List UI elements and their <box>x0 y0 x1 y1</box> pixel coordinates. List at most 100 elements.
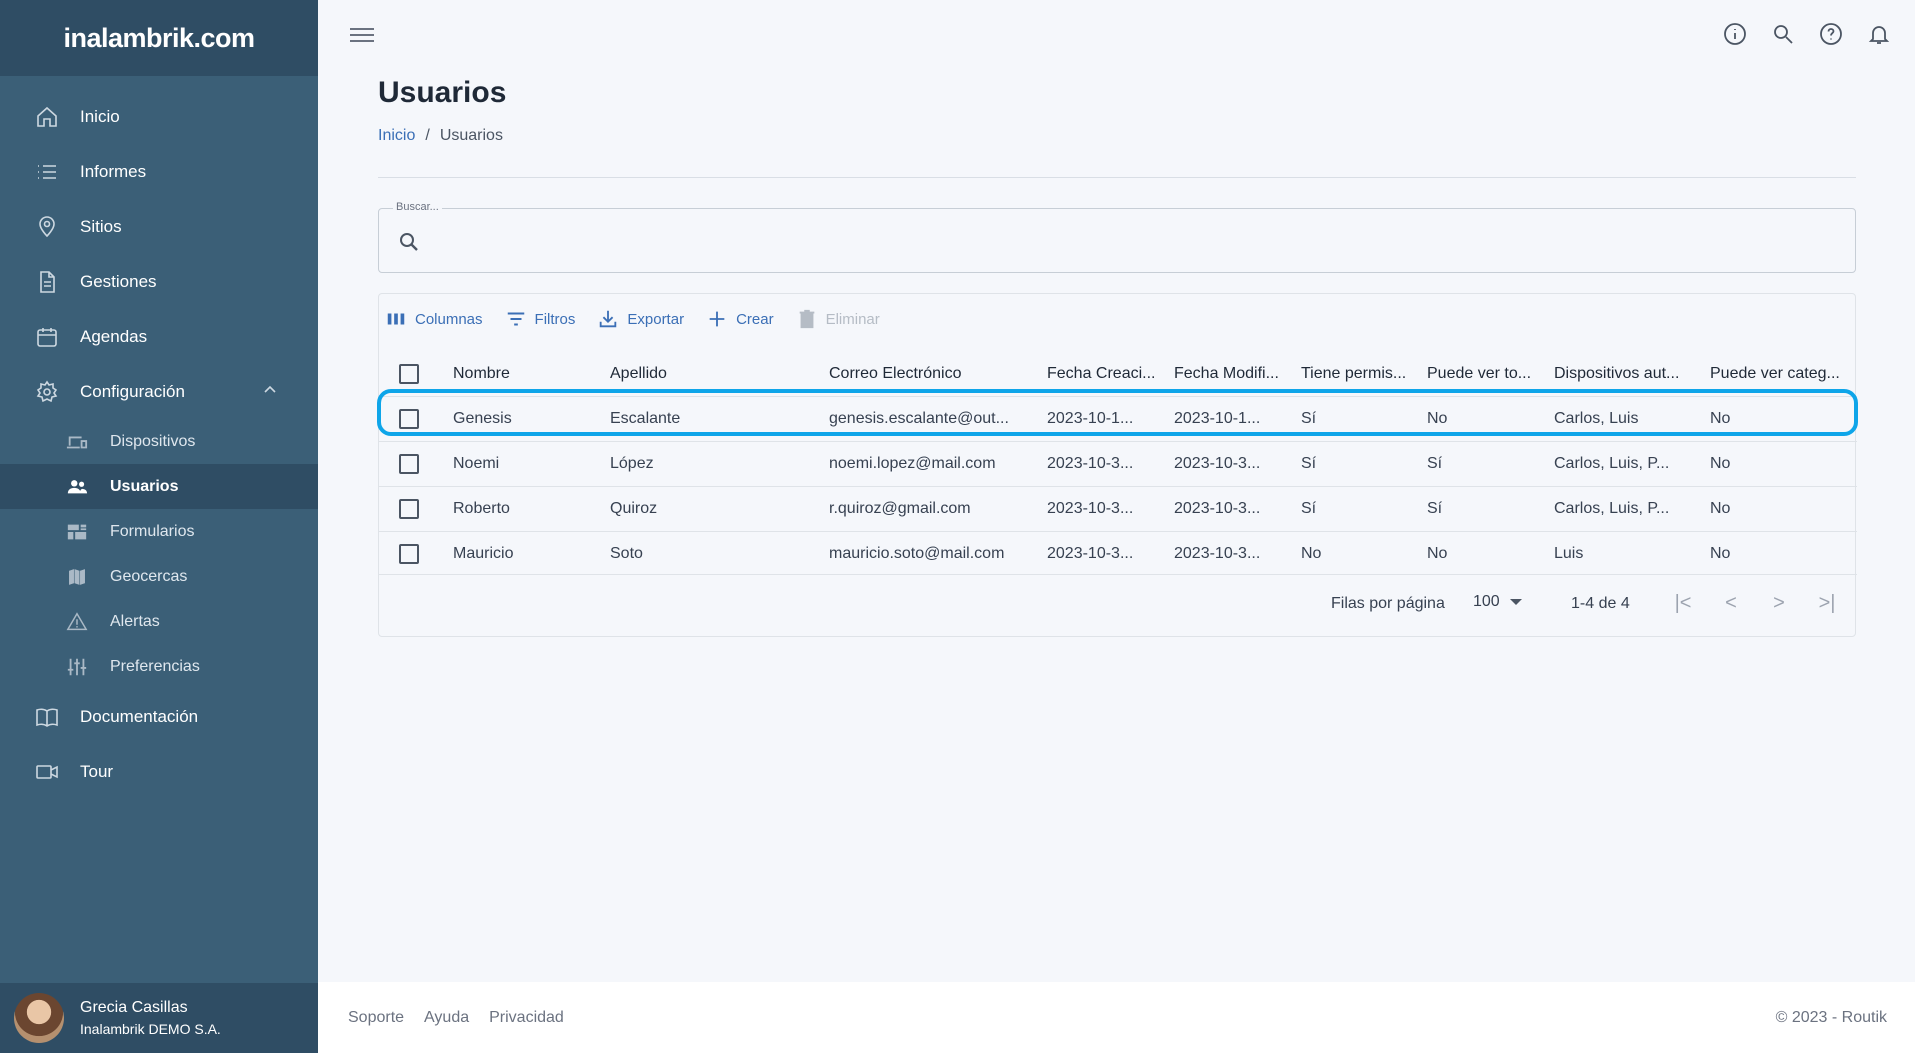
sidebar-subitem-label: Usuarios <box>110 477 179 495</box>
row-checkbox[interactable] <box>399 544 419 564</box>
home-icon <box>34 104 60 130</box>
menu-toggle-icon[interactable] <box>350 24 374 48</box>
create-label: Crear <box>736 310 774 328</box>
cell-puede-ver-todo: Sí <box>1427 455 1443 472</box>
filters-button[interactable]: Filtros <box>505 308 575 330</box>
help-icon[interactable] <box>1819 22 1843 46</box>
sidebar-item-inicio[interactable]: Inicio <box>0 89 318 144</box>
sidebar-item-tour[interactable]: Tour <box>0 744 318 799</box>
column-header[interactable]: Correo Electrónico <box>829 352 1039 396</box>
column-header[interactable]: Apellido <box>610 352 820 396</box>
prev-page-icon[interactable]: < <box>1719 591 1743 615</box>
create-button[interactable]: Crear <box>706 308 774 330</box>
footer-link-ayuda[interactable]: Ayuda <box>424 1009 469 1027</box>
breadcrumb: Inicio / Usuarios <box>378 127 503 145</box>
search-field[interactable]: Buscar... <box>378 201 1856 273</box>
column-header[interactable]: Puede ver to... <box>1427 352 1547 396</box>
sidebar-item-informes[interactable]: Informes <box>0 144 318 199</box>
sidebar-item-documentacion[interactable]: Documentación <box>0 689 318 744</box>
cell-dispositivos: Luis <box>1554 545 1584 562</box>
rows-per-page-value: 100 <box>1473 593 1500 610</box>
sidebar-nav: Inicio Informes Sitios Gestiones Agendas… <box>0 76 318 799</box>
bell-icon[interactable] <box>1867 22 1891 46</box>
sidebar-subitem-alertas[interactable]: Alertas <box>0 599 318 644</box>
sidebar-item-label: Configuración <box>80 381 185 401</box>
table-pagination: Filas por página 100 1-4 de 4 |< < > >| <box>379 574 1857 636</box>
cell-tiene-permiso: Sí <box>1301 410 1317 427</box>
sidebar-subitem-dispositivos[interactable]: Dispositivos <box>0 419 318 464</box>
cell-puede-ver-categorias: No <box>1710 500 1731 517</box>
column-header[interactable]: Puede ver categ... <box>1710 352 1853 396</box>
cell-nombre: Roberto <box>453 500 510 517</box>
pager: |< < > >| <box>1671 591 1839 615</box>
columns-button[interactable]: Columnas <box>385 308 483 330</box>
logo[interactable]: inalambrik.com <box>0 0 318 76</box>
column-header[interactable]: Nombre <box>453 352 603 396</box>
table-row[interactable]: Mauricio Soto mauricio.soto@mail.com 202… <box>379 531 1857 576</box>
row-checkbox[interactable] <box>399 409 419 429</box>
document-icon <box>34 269 60 295</box>
location-icon <box>34 214 60 240</box>
cell-fecha-creacion: 2023-10-3... <box>1047 455 1134 472</box>
sidebar-item-label: Tour <box>80 761 114 781</box>
delete-button[interactable]: Eliminar <box>796 308 880 330</box>
export-button[interactable]: Exportar <box>597 308 684 330</box>
sidebar-item-agendas[interactable]: Agendas <box>0 309 318 364</box>
sidebar-item-gestiones[interactable]: Gestiones <box>0 254 318 309</box>
cell-fecha-creacion: 2023-10-3... <box>1047 500 1134 517</box>
info-icon[interactable] <box>1723 22 1747 46</box>
column-header[interactable]: Dispositivos aut... <box>1554 352 1694 396</box>
cell-fecha-creacion: 2023-10-3... <box>1047 545 1134 562</box>
sidebar-subitem-geocercas[interactable]: Geocercas <box>0 554 318 599</box>
cell-fecha-modificacion: 2023-10-3... <box>1174 545 1261 562</box>
sidebar-subitem-preferencias[interactable]: Preferencias <box>0 644 318 689</box>
chevron-up-icon[interactable] <box>262 382 278 403</box>
column-header[interactable]: Tiene permis... <box>1301 352 1421 396</box>
column-header[interactable]: Fecha Modifi... <box>1174 352 1294 396</box>
last-page-icon[interactable]: >| <box>1815 591 1839 615</box>
footer-link-soporte[interactable]: Soporte <box>348 1009 404 1027</box>
sidebar-subitem-usuarios[interactable]: Usuarios <box>0 464 318 509</box>
next-page-icon[interactable]: > <box>1767 591 1791 615</box>
cell-dispositivos: Carlos, Luis, P... <box>1554 500 1670 517</box>
download-icon <box>600 310 617 328</box>
rows-per-page-select[interactable]: 100 <box>1473 593 1522 611</box>
table-row[interactable]: Genesis Escalante genesis.escalante@out.… <box>379 396 1857 441</box>
cell-puede-ver-todo: No <box>1427 545 1448 562</box>
cell-dispositivos: Carlos, Luis <box>1554 410 1639 427</box>
cell-nombre: Genesis <box>453 410 512 427</box>
table-header: Nombre Apellido Correo Electrónico Fecha… <box>379 352 1857 396</box>
row-checkbox[interactable] <box>399 499 419 519</box>
columns-label: Columnas <box>415 310 483 328</box>
page-title: Usuarios <box>378 76 507 109</box>
row-checkbox[interactable] <box>399 454 419 474</box>
cell-correo: mauricio.soto@mail.com <box>829 545 1005 562</box>
column-header[interactable]: Fecha Creaci... <box>1047 352 1167 396</box>
footer-link-privacidad[interactable]: Privacidad <box>489 1009 564 1027</box>
breadcrumb-separator: / <box>425 127 430 144</box>
sidebar-subitem-formularios[interactable]: Formularios <box>0 509 318 554</box>
user-profile[interactable]: Grecia Casillas Inalambrik DEMO S.A. <box>0 983 318 1053</box>
cell-nombre: Mauricio <box>453 545 514 562</box>
delete-label: Eliminar <box>825 310 880 328</box>
sidebar-item-sitios[interactable]: Sitios <box>0 199 318 254</box>
cell-correo: r.quiroz@gmail.com <box>829 500 971 517</box>
breadcrumb-home-link[interactable]: Inicio <box>378 127 415 145</box>
select-all-checkbox[interactable] <box>399 364 419 384</box>
first-page-icon[interactable]: |< <box>1671 591 1695 615</box>
cell-puede-ver-todo: Sí <box>1427 500 1443 517</box>
warning-icon <box>64 611 90 633</box>
table-row[interactable]: Roberto Quiroz r.quiroz@gmail.com 2023-1… <box>379 486 1857 531</box>
header-actions <box>1723 22 1891 46</box>
export-label: Exportar <box>627 310 685 328</box>
cell-tiene-permiso: Sí <box>1301 500 1317 517</box>
footer-links: Soporte Ayuda Privacidad <box>348 1009 564 1027</box>
sidebar-subitem-label: Alertas <box>110 612 160 630</box>
search-input[interactable] <box>435 225 1835 257</box>
table-row[interactable]: Noemi López noemi.lopez@mail.com 2023-10… <box>379 441 1857 486</box>
sidebar-item-configuracion[interactable]: Configuración <box>0 364 318 419</box>
search-icon[interactable] <box>1771 22 1795 46</box>
forms-icon <box>64 521 90 543</box>
page-footer: Soporte Ayuda Privacidad © 2023 - Routik <box>318 982 1915 1053</box>
cell-puede-ver-categorias: No <box>1710 455 1731 472</box>
